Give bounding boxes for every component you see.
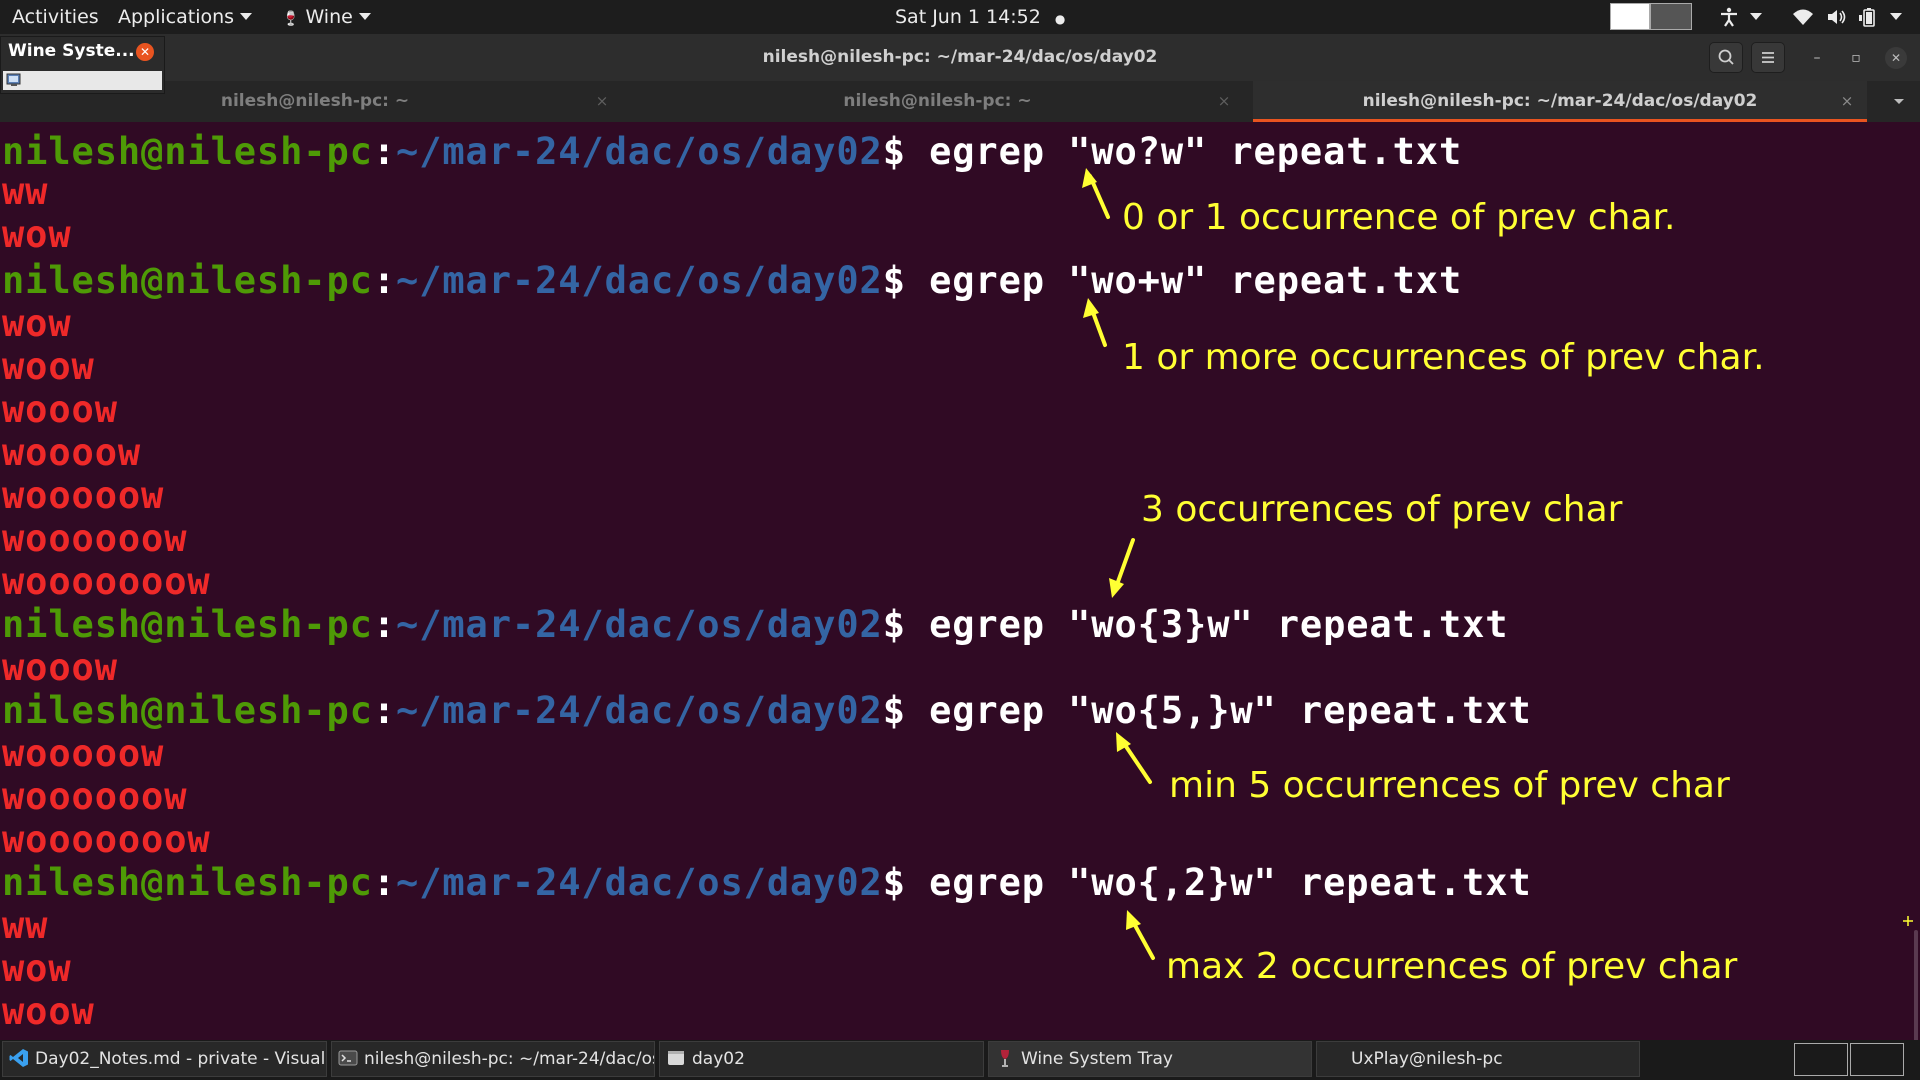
- vscode-icon: [9, 1049, 28, 1067]
- taskbar-item-label: day02: [692, 1049, 745, 1069]
- top-bar: Activities Applications 🍷 Wine Sat Jun 1 …: [0, 0, 1920, 34]
- tab-bar: nilesh@nilesh-pc: ~ × nilesh@nilesh-pc: …: [0, 81, 1920, 122]
- arrow-icon: [1082, 168, 1110, 219]
- minimize-button[interactable]: –: [1806, 47, 1828, 69]
- taskbar-item-uxplay[interactable]: UxPlay@nilesh-pc: [1316, 1041, 1640, 1077]
- accessibility-icon: [1721, 7, 1737, 27]
- wifi-icon: [1793, 9, 1813, 25]
- battery-icon: [1859, 8, 1875, 27]
- arrow-icon: [1109, 538, 1135, 598]
- workspace-1-indicator[interactable]: [1610, 3, 1650, 30]
- taskbar-item-wine-tray[interactable]: Wine System Tray: [988, 1041, 1312, 1077]
- wine-icon: [1001, 1050, 1009, 1067]
- activities-button[interactable]: Activities: [12, 0, 99, 34]
- taskbar-item-terminal[interactable]: nilesh@nilesh-pc: ~/mar-24/dac/os/...: [331, 1041, 655, 1077]
- bottom-taskbar: Day02_Notes.md - private - Visual S... n…: [0, 1040, 1920, 1080]
- close-window-button[interactable]: ✕: [1885, 47, 1907, 69]
- taskbar-item-vscode[interactable]: Day02_Notes.md - private - Visual S...: [2, 1041, 327, 1077]
- tab-terminal-2[interactable]: nilesh@nilesh-pc: ~: [630, 81, 1245, 122]
- search-icon: [1718, 49, 1734, 65]
- applications-menu[interactable]: Applications: [118, 0, 253, 34]
- terminal-area[interactable]: nilesh@nilesh-pc:~/mar-24/dac/os/day02$ …: [0, 122, 1920, 1040]
- close-icon[interactable]: ✕: [136, 43, 154, 61]
- taskbar-item-label: nilesh@nilesh-pc: ~/mar-24/dac/os/...: [364, 1049, 655, 1069]
- tab-label: nilesh@nilesh-pc: ~: [843, 91, 1032, 111]
- taskbar-item-label: Day02_Notes.md - private - Visual S...: [35, 1049, 327, 1069]
- applications-label: Applications: [118, 6, 235, 28]
- taskbar-item-folder[interactable]: day02: [659, 1041, 984, 1077]
- datetime: Sat Jun 1 14:52: [895, 6, 1041, 28]
- hamburger-icon: [1762, 52, 1774, 63]
- taskbar-item-label: Wine System Tray: [1021, 1049, 1173, 1069]
- window-title: nilesh@nilesh-pc: ~/mar-24/dac/os/day02: [762, 47, 1158, 67]
- wine-glass-icon: 🍷: [282, 11, 300, 27]
- wine-popup-title: Wine Syste...: [8, 41, 135, 61]
- crosshair-icon: [1903, 916, 1913, 926]
- maximize-button[interactable]: ▫: [1845, 47, 1867, 69]
- annotation-arrows: [1082, 168, 1913, 960]
- taskbar-item-label: UxPlay@nilesh-pc: [1351, 1049, 1503, 1069]
- notification-dot: ●: [1054, 12, 1066, 26]
- clock[interactable]: Sat Jun 1 14:52 ●: [895, 0, 1065, 34]
- folder-icon: [668, 1051, 684, 1065]
- arrow-icon: [1126, 910, 1155, 960]
- wine-menu[interactable]: 🍷 Wine: [282, 0, 371, 34]
- workspace-switcher-1[interactable]: [1794, 1043, 1848, 1076]
- search-button[interactable]: [1709, 42, 1743, 73]
- tabs-dropdown-icon[interactable]: [1892, 97, 1906, 107]
- terminal-icon: [338, 1050, 358, 1066]
- terminal-scrollbar[interactable]: [1914, 930, 1918, 1040]
- volume-icon: [1828, 10, 1846, 24]
- chevron-down-icon: [1750, 13, 1762, 20]
- chevron-down-icon: [358, 13, 371, 20]
- tab-terminal-3-active[interactable]: nilesh@nilesh-pc: ~/mar-24/dac/os/day02: [1253, 81, 1867, 122]
- tab-close-icon[interactable]: ×: [1212, 81, 1236, 122]
- arrow-icon: [1116, 732, 1152, 784]
- system-menu[interactable]: [1792, 0, 1903, 34]
- tab-label: nilesh@nilesh-pc: ~/mar-24/dac/os/day02: [1362, 91, 1758, 111]
- chevron-down-icon: [1890, 13, 1903, 20]
- window-title-bar[interactable]: nilesh@nilesh-pc: ~/mar-24/dac/os/day02 …: [0, 34, 1920, 81]
- tray-app-icon[interactable]: [6, 72, 22, 88]
- tab-close-icon[interactable]: ×: [1835, 81, 1859, 122]
- chevron-down-icon: [240, 13, 253, 20]
- tab-label: nilesh@nilesh-pc: ~: [220, 91, 410, 111]
- wine-system-tray-popup[interactable]: Wine Syste... ✕: [0, 36, 165, 94]
- workspace-switcher-2[interactable]: [1850, 1043, 1904, 1076]
- menu-button[interactable]: [1751, 42, 1785, 73]
- arrow-icon: [1083, 298, 1107, 347]
- wine-menu-label: Wine: [305, 6, 353, 28]
- workspace-2-indicator[interactable]: [1650, 3, 1692, 30]
- tab-close-icon[interactable]: ×: [590, 81, 614, 122]
- accessibility-menu[interactable]: [1720, 0, 1762, 34]
- wine-tray-area[interactable]: [3, 71, 162, 90]
